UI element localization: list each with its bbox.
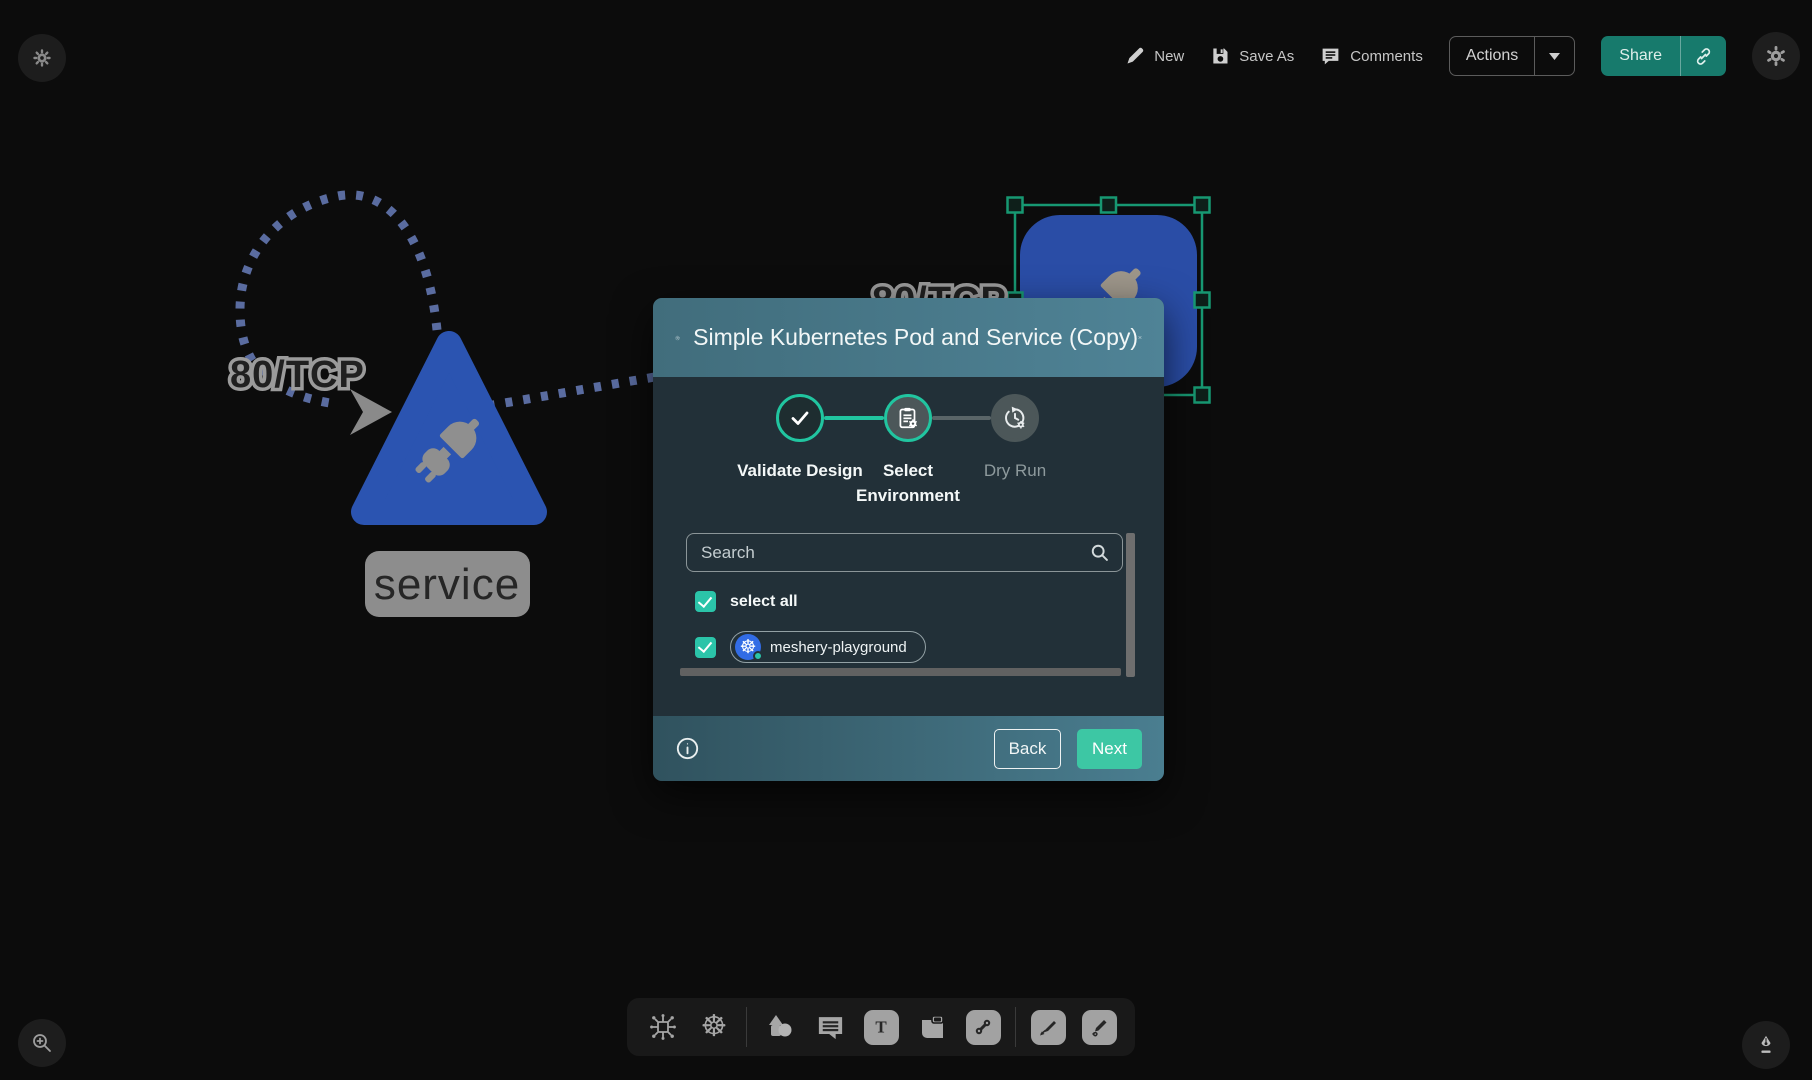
copy-link-button[interactable] — [1680, 36, 1726, 76]
stepper-connector-pending — [932, 416, 991, 420]
next-button[interactable]: Next — [1077, 729, 1142, 769]
dry-run-icon — [1002, 405, 1028, 431]
step-dry-run[interactable] — [991, 394, 1039, 442]
svg-text:service: service — [374, 560, 520, 609]
actions-dropdown-button[interactable] — [1534, 37, 1574, 75]
kubernetes-icon: ☸ — [701, 1012, 728, 1042]
service-node[interactable] — [364, 344, 534, 512]
search-icon[interactable] — [1089, 542, 1110, 563]
zoom-in-button[interactable] — [18, 1019, 66, 1067]
actions-button[interactable]: Actions — [1450, 37, 1534, 75]
text-tool[interactable]: T — [862, 1008, 900, 1046]
share-label: Share — [1619, 47, 1662, 65]
freehand-pencil-icon — [1082, 1010, 1117, 1045]
meshery-logo-icon — [675, 323, 680, 353]
text-icon: T — [864, 1010, 899, 1045]
modal-footer: Back Next — [653, 716, 1164, 781]
svg-text:T: T — [875, 1018, 887, 1037]
search-input[interactable] — [699, 542, 1089, 564]
modal-body: Validate Design Select Environment Dry R… — [653, 377, 1164, 716]
chevron-down-icon — [1548, 52, 1561, 61]
service-node-label: service — [365, 551, 530, 617]
zoom-in-icon — [30, 1031, 54, 1055]
vertical-scrollbar[interactable] — [1126, 533, 1135, 677]
actions-split-button: Actions — [1449, 36, 1575, 76]
component-chip-icon — [646, 1010, 680, 1044]
deploy-modal: Simple Kubernetes Pod and Service (Copy) — [653, 298, 1164, 781]
check-icon — [788, 406, 812, 430]
fountain-pen-icon — [1755, 1034, 1777, 1056]
environment-checkbox[interactable] — [695, 637, 716, 658]
save-as-label: Save As — [1239, 48, 1294, 65]
shapes-icon — [763, 1011, 795, 1043]
step-validate-design[interactable] — [776, 394, 824, 442]
shapes-tool[interactable] — [760, 1008, 798, 1046]
comment-icon — [815, 1012, 846, 1043]
edge-port-label: 80/TCP — [230, 354, 365, 396]
select-all-checkbox[interactable] — [695, 591, 716, 612]
settings-button[interactable] — [1752, 32, 1800, 80]
kubernetes-tool[interactable]: ☸ — [695, 1008, 733, 1046]
select-all-row: select all — [695, 591, 798, 612]
gear-flower-icon — [31, 47, 53, 69]
comment-icon — [1320, 46, 1341, 67]
connected-status-dot — [753, 651, 763, 661]
dock-divider — [1015, 1007, 1016, 1047]
step-label-dry-run: Dry Run — [950, 459, 1080, 484]
environment-name: meshery-playground — [770, 639, 907, 656]
modal-title: Simple Kubernetes Pod and Service (Copy) — [693, 324, 1138, 351]
pencil-icon — [1125, 46, 1145, 66]
comments-button[interactable]: Comments — [1320, 46, 1423, 67]
gear-icon — [1764, 44, 1788, 68]
save-as-button[interactable]: Save As — [1210, 46, 1294, 66]
freehand-draw-tool[interactable] — [1080, 1008, 1118, 1046]
canvas-dock-toolbar: ☸ T — [627, 998, 1135, 1056]
components-tool[interactable] — [644, 1008, 682, 1046]
top-toolbar: New Save As Comments Actions — [1125, 30, 1800, 82]
connect-nodes-tool[interactable] — [964, 1008, 1002, 1046]
edge-pen-icon — [1031, 1010, 1066, 1045]
actions-label: Actions — [1466, 47, 1518, 65]
info-icon[interactable] — [675, 736, 700, 761]
share-split-button: Share — [1601, 36, 1726, 76]
kubernetes-connection-badge: ☸ — [735, 634, 761, 660]
dock-divider — [746, 1007, 747, 1047]
environment-search — [686, 533, 1123, 572]
close-icon[interactable] — [1138, 326, 1142, 349]
app-menu-button[interactable] — [18, 34, 66, 82]
new-label: New — [1154, 48, 1184, 65]
share-button[interactable]: Share — [1601, 36, 1680, 76]
link-nodes-icon — [966, 1010, 1001, 1045]
comments-label: Comments — [1350, 48, 1423, 65]
environment-row: ☸ meshery-playground — [695, 631, 926, 663]
step-select-environment[interactable] — [884, 394, 932, 442]
new-button[interactable]: New — [1125, 46, 1184, 66]
clipboard-gear-icon — [895, 405, 921, 431]
image-tool[interactable] — [913, 1008, 951, 1046]
select-all-label: select all — [730, 593, 798, 611]
edge-draw-tool[interactable] — [1029, 1008, 1067, 1046]
horizontal-scrollbar[interactable] — [680, 668, 1121, 676]
image-icon — [916, 1011, 949, 1044]
link-icon — [1694, 47, 1713, 66]
environment-chip[interactable]: ☸ meshery-playground — [730, 631, 926, 663]
floppy-save-icon — [1210, 46, 1230, 66]
modal-header: Simple Kubernetes Pod and Service (Copy) — [653, 298, 1164, 377]
comment-tool[interactable] — [811, 1008, 849, 1046]
pen-mode-button[interactable] — [1742, 1021, 1790, 1069]
stepper-connector-done — [824, 416, 884, 420]
back-button[interactable]: Back — [994, 729, 1061, 769]
